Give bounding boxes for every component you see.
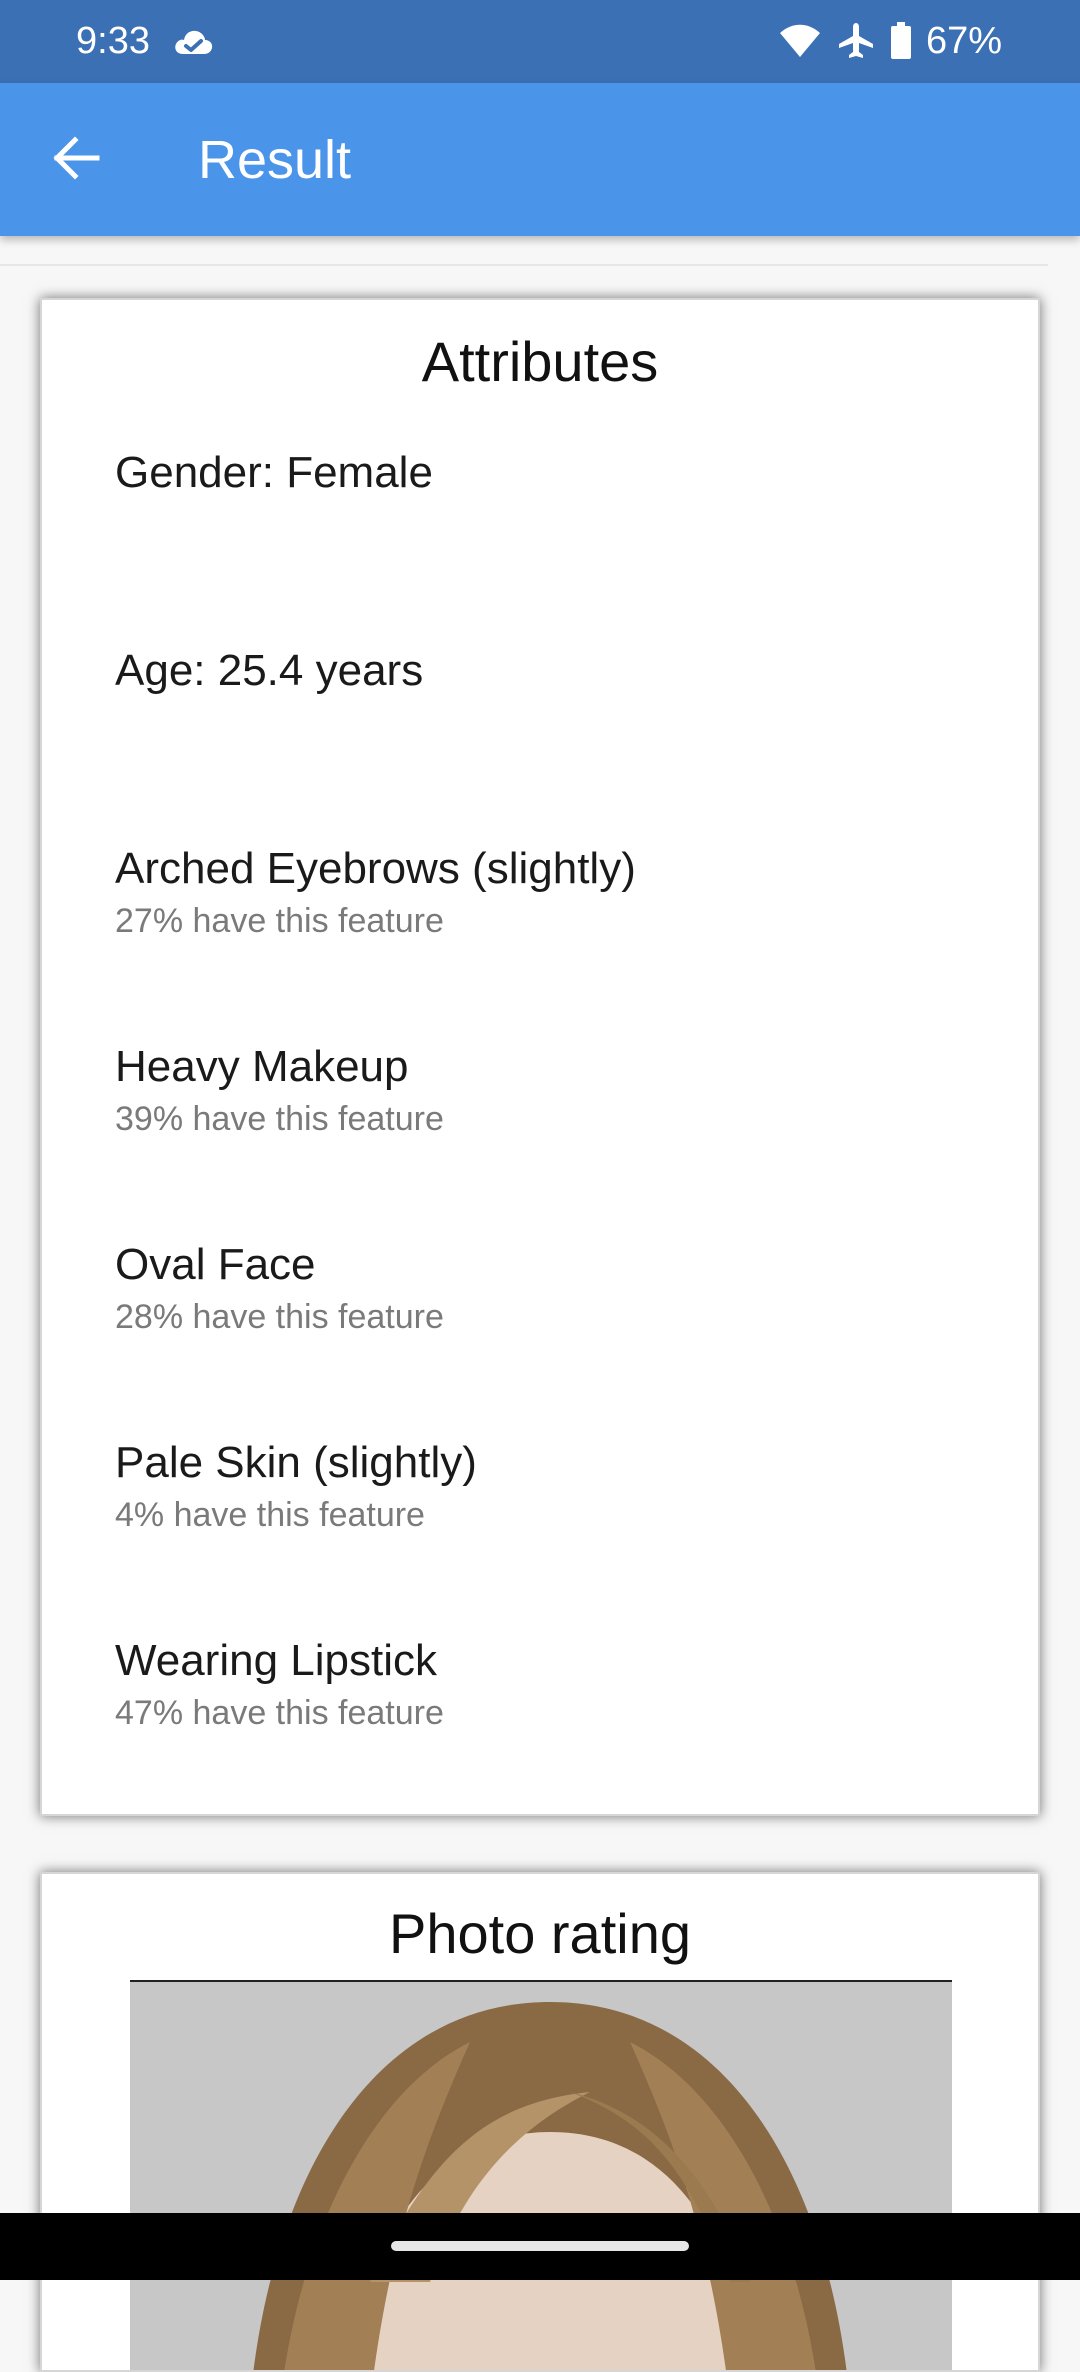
photo-rating-card: Photo rating (40, 1872, 1040, 2372)
home-gesture-handle[interactable] (391, 2241, 689, 2251)
face-photo (130, 1982, 952, 2370)
feature-stat: 27% have this feature (115, 902, 444, 940)
gender-label: Gender: Female (115, 448, 433, 497)
airplane-icon (836, 21, 876, 61)
feature-label: Wearing Lipstick (115, 1636, 437, 1685)
feature-stat: 39% have this feature (115, 1100, 444, 1138)
photo-rating-title: Photo rating (389, 1902, 691, 1965)
age-label: Age: 25.4 years (115, 646, 424, 695)
feature-label: Heavy Makeup (115, 1042, 409, 1091)
feature-label: Pale Skin (slightly) (115, 1438, 477, 1487)
status-bar: 9:33 67% (0, 0, 1080, 83)
feature-label: Arched Eyebrows (slightly) (115, 844, 636, 893)
app-bar: Result (0, 83, 1080, 236)
age-row: Age: 25.4 years (115, 644, 423, 698)
divider (0, 264, 1048, 266)
feature-stat: 4% have this feature (115, 1496, 425, 1534)
page-title: Result (198, 130, 352, 190)
wifi-icon (778, 23, 822, 59)
feature-row: Oval Face 28% have this feature (115, 1238, 444, 1338)
arrow-back-icon (51, 135, 101, 185)
feature-row: Heavy Makeup 39% have this feature (115, 1040, 444, 1140)
feature-row: Arched Eyebrows (slightly) 27% have this… (115, 842, 636, 942)
feature-stat: 47% have this feature (115, 1694, 444, 1732)
feature-row: Pale Skin (slightly) 4% have this featur… (115, 1436, 477, 1536)
gender-row: Gender: Female (115, 446, 433, 500)
attributes-card: Attributes Gender: Female Age: 25.4 year… (40, 298, 1040, 1816)
navigation-bar (0, 2213, 1080, 2280)
feature-label: Oval Face (115, 1240, 316, 1289)
cloud-icon (172, 24, 214, 60)
back-button[interactable] (36, 125, 116, 195)
battery-icon (890, 22, 912, 60)
attributes-title: Attributes (421, 330, 659, 393)
feature-stat: 28% have this feature (115, 1298, 444, 1336)
feature-row: Wearing Lipstick 47% have this feature (115, 1634, 444, 1734)
battery-percentage: 67% (925, 20, 1002, 62)
status-time: 9:33 (76, 20, 150, 62)
